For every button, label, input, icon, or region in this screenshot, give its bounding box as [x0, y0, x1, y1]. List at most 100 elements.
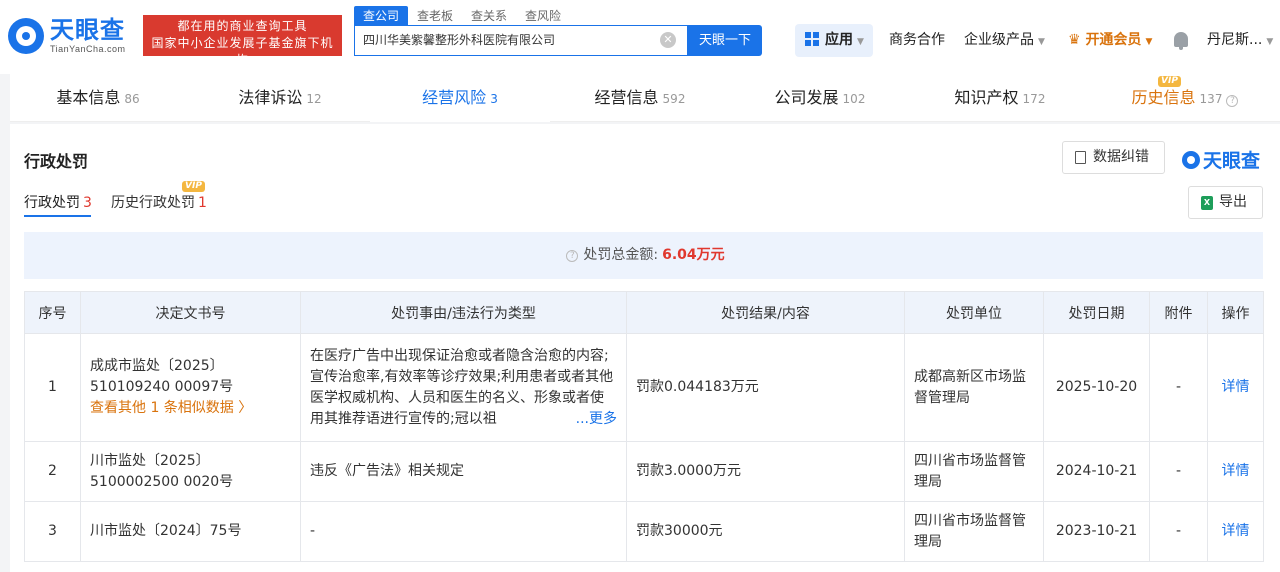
crown-icon: ♛ [1068, 32, 1081, 48]
search-input[interactable]: 四川华美紫馨整形外科医院有限公司 [354, 25, 688, 56]
chevron-down-icon: ▼ [1145, 37, 1153, 47]
tab-development[interactable]: 公司发展 102 [730, 74, 910, 122]
cell-attach: - [1149, 501, 1208, 562]
col-header-reason: 处罚事由/违法行为类型 [300, 291, 627, 334]
data-correction-button[interactable]: 数据纠错 [1062, 141, 1165, 174]
help-icon[interactable]: ? [566, 250, 579, 262]
nav-vip-label: 开通会员 [1085, 32, 1142, 48]
col-header-op: 操作 [1207, 291, 1264, 334]
cell-doc: 川市监处〔2025〕5100002500 0020号 [80, 441, 301, 502]
tab-count: 12 [306, 92, 322, 106]
export-label: 导出 [1219, 194, 1247, 210]
app-menu-label: 应用 [825, 32, 853, 48]
excel-icon: X [1201, 196, 1213, 210]
cell-reason: 在医疗广告中出现保证治愈或者隐含治愈的内容;宣传治愈率,有效率等诊疗效果;利用患… [300, 333, 627, 442]
tab-count: 102 [842, 92, 866, 106]
col-header-doc: 决定文书号 [80, 291, 301, 334]
detail-link[interactable]: 详情 [1207, 333, 1264, 442]
table-row: 1 成成市监处〔2025〕510109240 00097号 查看其他 1 条相似… [24, 333, 1264, 442]
tab-label: 知识产权 [954, 88, 1019, 107]
tab-label: 经营信息 [594, 88, 659, 107]
tab-count: 86 [124, 92, 140, 106]
nav-business[interactable]: 商务合作 [889, 24, 945, 57]
tab-label: 法律诉讼 [238, 88, 303, 107]
logo-text: 天眼查 [50, 16, 125, 44]
search-button[interactable]: 天眼一下 [688, 25, 762, 56]
active-subtab-indicator [24, 215, 91, 217]
tab-business-info[interactable]: 经营信息 592 [550, 74, 730, 122]
doc-number: 成成市监处〔2025〕510109240 00097号 [90, 358, 234, 395]
reason-text: 在医疗广告中出现保证治愈或者隐含治愈的内容;宣传治愈率,有效率等诊疗效果;利用患… [310, 347, 614, 427]
cell-date: 2023-10-21 [1043, 501, 1150, 562]
search-tab-risk[interactable]: 查风险 [516, 6, 570, 26]
tab-label: 公司发展 [774, 88, 839, 107]
app-grid-icon [805, 32, 819, 46]
tab-label: 基本信息 [56, 88, 121, 107]
col-header-date: 处罚日期 [1043, 291, 1150, 334]
tab-legal[interactable]: 法律诉讼 12 [190, 74, 370, 122]
search-tab-company[interactable]: 查公司 [354, 6, 409, 26]
chevron-down-icon: ▼ [1266, 37, 1274, 47]
tab-label: 历史信息 [1131, 88, 1196, 107]
subtab-label: 历史行政处罚 [111, 195, 195, 211]
similar-data-link[interactable]: 查看其他 1 条相似数据 〉 [90, 398, 291, 419]
main-tabs: 基本信息 86 法律诉讼 12 经营风险 3 经营信息 592 公司发展 102 知识产权… [10, 74, 1280, 122]
cell-no: 1 [24, 333, 81, 442]
subtab-history-penalty[interactable]: 历史行政处罚 1 [111, 192, 207, 212]
top-header: 天眼查 TianYanCha.com 都在用的商业查询工具 国家中小企业发展子基… [0, 0, 1280, 74]
export-button[interactable]: X 导出 [1188, 186, 1263, 219]
eye-logo-icon [1182, 151, 1200, 169]
detail-link[interactable]: 详情 [1207, 441, 1264, 502]
tab-business-risk[interactable]: 经营风险 3 [370, 74, 550, 122]
col-header-unit: 处罚单位 [904, 291, 1044, 334]
search-tab-boss[interactable]: 查老板 [408, 6, 462, 26]
nav-vip[interactable]: ♛ 开通会员 ▼ [1068, 24, 1152, 57]
cell-unit: 成都高新区市场监督管理局 [904, 333, 1044, 442]
data-correction-label: 数据纠错 [1093, 149, 1149, 165]
tab-count: 172 [1022, 92, 1046, 106]
cell-result: 罚款3.0000万元 [626, 441, 905, 502]
cell-no: 2 [24, 441, 81, 502]
cell-reason: 违反《广告法》相关规定 [300, 441, 627, 502]
app-menu[interactable]: 应用 ▼ [795, 24, 873, 57]
vip-badge: VIP [182, 181, 205, 192]
clear-icon[interactable]: ✕ [660, 32, 676, 48]
more-link[interactable]: ...更多 [575, 408, 617, 430]
cell-reason: - [300, 501, 627, 562]
penalty-summary: ? 处罚总金额: 6.04万元 [24, 232, 1263, 279]
cell-doc: 川市监处〔2024〕75号 [80, 501, 301, 562]
tab-history[interactable]: VIP 历史信息 137? [1100, 74, 1270, 122]
eye-logo-icon [8, 18, 44, 54]
bell-icon[interactable] [1174, 32, 1188, 50]
col-header-no: 序号 [24, 291, 81, 334]
vip-badge: VIP [1158, 76, 1181, 87]
detail-link[interactable]: 详情 [1207, 501, 1264, 562]
search-tab-relation[interactable]: 查关系 [462, 6, 516, 26]
penalty-panel: 行政处罚 数据纠错 天眼查 X 导出 行政处罚 3 历史行政处罚 1 VIP ? 处罚总… [10, 124, 1280, 572]
subtab-count: 1 [198, 195, 207, 211]
chevron-down-icon: ▼ [1038, 37, 1045, 47]
cell-unit: 四川省市场监督管理局 [904, 441, 1044, 502]
cell-unit: 四川省市场监督管理局 [904, 501, 1044, 562]
tab-ip[interactable]: 知识产权 172 [910, 74, 1090, 122]
search-type-tabs: 查公司 查老板 查关系 查风险 [354, 6, 570, 26]
user-menu[interactable]: 丹尼斯... ▼ [1207, 24, 1273, 57]
help-icon[interactable]: ? [1226, 95, 1239, 107]
subtab-penalty[interactable]: 行政处罚 3 [24, 192, 92, 212]
brand-text: 天眼查 [1203, 150, 1261, 172]
cell-date: 2024-10-21 [1043, 441, 1150, 502]
cell-attach: - [1149, 441, 1208, 502]
tianyancha-logo[interactable]: 天眼查 TianYanCha.com [8, 16, 136, 56]
subtab-count: 3 [83, 195, 92, 211]
slogan-line1: 都在用的商业查询工具 [177, 19, 308, 33]
cell-no: 3 [24, 501, 81, 562]
slogan-banner: 都在用的商业查询工具 国家中小企业发展子基金旗下机构 [143, 15, 342, 67]
cell-date: 2025-10-20 [1043, 333, 1150, 442]
panel-title: 行政处罚 [24, 152, 89, 171]
col-header-attach: 附件 [1149, 291, 1208, 334]
nav-enterprise[interactable]: 企业级产品 ▼ [964, 24, 1045, 57]
tab-basic-info[interactable]: 基本信息 86 [10, 74, 186, 122]
summary-amount: 6.04万元 [662, 247, 725, 263]
summary-label: 处罚总金额: [583, 247, 659, 263]
subtab-label: 行政处罚 [24, 195, 80, 211]
